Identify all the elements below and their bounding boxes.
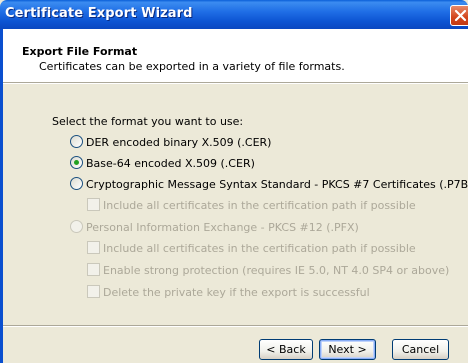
radio-base64-cer-label[interactable]: Base-64 encoded X.509 (.CER)	[86, 157, 255, 170]
radio-pkcs7-p7b-label[interactable]: Cryptographic Message Syntax Standard - …	[86, 178, 468, 191]
radio-pkcs7-p7b[interactable]	[70, 177, 83, 190]
checkbox-pfx-include-all-label: Include all certificates in the certific…	[103, 242, 416, 255]
footer-divider	[3, 325, 468, 327]
header-divider	[3, 82, 468, 84]
radio-selected-dot	[74, 160, 79, 165]
close-button[interactable]	[450, 5, 468, 26]
checkbox-delete-private-key[interactable]	[87, 285, 100, 298]
next-button[interactable]: Next >	[319, 339, 376, 360]
wizard-header: Export File Format Certificates can be e…	[3, 29, 468, 82]
checkbox-delete-private-key-label: Delete the private key if the export is …	[103, 286, 370, 299]
checkbox-p7b-include-all[interactable]	[87, 198, 100, 211]
checkbox-p7b-include-all-label: Include all certificates in the certific…	[103, 199, 416, 212]
page-title: Export File Format	[22, 45, 138, 58]
checkbox-strong-protection[interactable]	[87, 263, 100, 276]
page-subtitle: Certificates can be exported in a variet…	[39, 60, 345, 73]
title-bar[interactable]: Certificate Export Wizard	[0, 0, 468, 29]
radio-der-cer[interactable]	[70, 135, 83, 148]
close-icon	[454, 9, 467, 22]
cancel-button[interactable]: Cancel	[392, 339, 449, 360]
back-button[interactable]: < Back	[259, 339, 313, 360]
window-title: Certificate Export Wizard	[5, 6, 193, 21]
radio-pkcs12-pfx[interactable]	[70, 220, 83, 233]
checkbox-strong-protection-label: Enable strong protection (requires IE 5.…	[103, 264, 450, 277]
format-prompt: Select the format you want to use:	[52, 115, 244, 128]
radio-base64-cer[interactable]	[70, 156, 83, 169]
radio-der-cer-label[interactable]: DER encoded binary X.509 (.CER)	[86, 136, 271, 149]
certificate-export-wizard-window: Certificate Export Wizard Export File Fo…	[0, 0, 468, 363]
radio-pkcs12-pfx-label: Personal Information Exchange - PKCS #12…	[86, 221, 359, 234]
checkbox-pfx-include-all[interactable]	[87, 241, 100, 254]
